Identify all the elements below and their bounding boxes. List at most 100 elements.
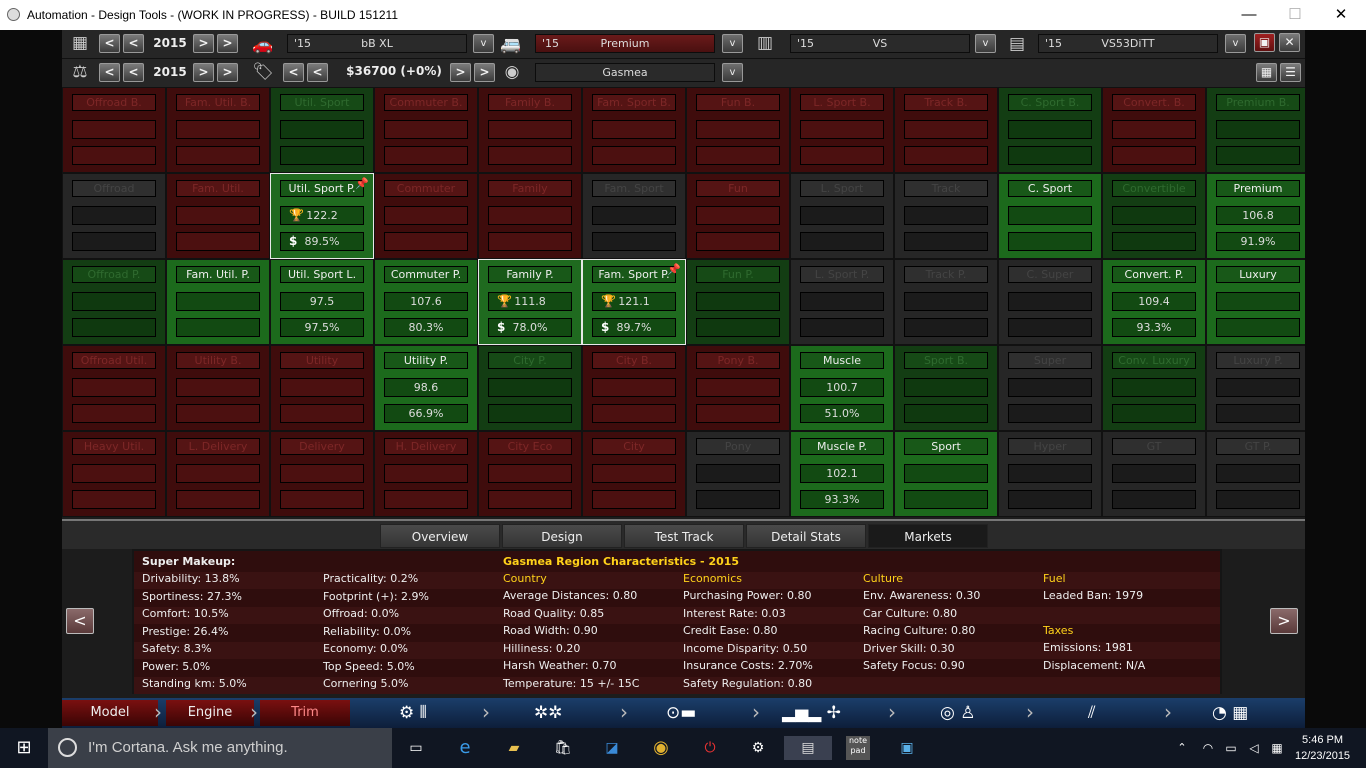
close-tool-button[interactable]: ✕ [1279, 33, 1300, 52]
compare-year-forward-button[interactable]: > [193, 63, 214, 82]
market-cell[interactable]: Utility [270, 345, 374, 431]
market-cell[interactable]: Conv. Luxury [1102, 345, 1206, 431]
list-view-button[interactable]: ☰ [1280, 63, 1301, 82]
market-cell[interactable]: Fun P. [686, 259, 790, 345]
market-cell[interactable]: City B. [582, 345, 686, 431]
market-cell[interactable]: Utility P. 98.6 66.9% [374, 345, 478, 431]
region-dropdown[interactable]: v [722, 63, 743, 82]
market-cell[interactable]: Track B. [894, 87, 998, 173]
market-cell[interactable]: L. Sport B. [790, 87, 894, 173]
market-cell[interactable]: Fam. Sport [582, 173, 686, 259]
wheels-icon[interactable]: ⊙▬ [666, 701, 696, 725]
market-cell[interactable]: Sport B. [894, 345, 998, 431]
panel-next-button[interactable]: > [1270, 608, 1298, 634]
tab-detail-stats[interactable]: Detail Stats [746, 524, 866, 548]
market-cell[interactable]: City [582, 431, 686, 517]
price-up-button[interactable]: > [450, 63, 471, 82]
car-model-field[interactable]: '15 bB XL [287, 34, 467, 53]
market-cell[interactable]: Premium 106.8 91.9% [1206, 173, 1305, 259]
market-cell[interactable]: Fam. Sport P. 🏆 121.1 $89.7% 📌 [582, 259, 686, 345]
market-cell[interactable]: Util. Sport P. 🏆 122.2 $89.5% 📌 [270, 173, 374, 259]
compare-year-back-button[interactable]: < [123, 63, 144, 82]
market-cell[interactable]: Fam. Util. P. [166, 259, 270, 345]
market-cell[interactable]: Hyper [998, 431, 1102, 517]
market-cell[interactable]: Offroad B. [62, 87, 166, 173]
price-down-big-button[interactable]: < [283, 63, 304, 82]
market-cell[interactable]: Family [478, 173, 582, 259]
suspension-icon[interactable]: ✲✲ [534, 701, 563, 725]
market-cell[interactable]: H. Delivery [374, 431, 478, 517]
market-cell[interactable]: L. Sport P. [790, 259, 894, 345]
market-cell[interactable]: Muscle 100.7 51.0% [790, 345, 894, 431]
tab-markets[interactable]: Markets [868, 524, 988, 548]
market-cell[interactable]: Offroad Util. [62, 345, 166, 431]
minimize-button[interactable]: — [1226, 0, 1272, 30]
year-forward-button[interactable]: > [193, 34, 214, 53]
save-button[interactable]: ▣ [1254, 33, 1275, 52]
market-cell[interactable]: Track [894, 173, 998, 259]
market-cell[interactable]: Delivery [270, 431, 374, 517]
windows-start-icon[interactable]: ⊞ [12, 736, 36, 760]
keyboard-icon[interactable]: ▦ [1268, 736, 1286, 760]
interior-icon[interactable]: ◎ ♙ [940, 701, 975, 725]
market-cell[interactable]: Luxury [1206, 259, 1305, 345]
engine-field[interactable]: '15 VS [790, 34, 970, 53]
year-back-big-button[interactable]: < [99, 34, 120, 53]
fixtures-icon[interactable]: ⫽ [1088, 701, 1096, 725]
testing-icon[interactable]: ◔ ▦ [1212, 701, 1248, 725]
pin-icon[interactable]: 📌 [667, 263, 681, 276]
app-icon-blue[interactable]: ◪ [600, 736, 624, 760]
market-cell[interactable]: Offroad P. [62, 259, 166, 345]
market-cell[interactable]: C. Sport B. [998, 87, 1102, 173]
steam-icon[interactable]: ⚙ [746, 736, 770, 760]
engine-variant-field[interactable]: '15 VS53DiTT [1038, 34, 1218, 53]
market-cell[interactable]: Commuter P. 107.6 80.3% [374, 259, 478, 345]
clock[interactable]: 5:46 PM 12/23/2015 [1295, 732, 1350, 764]
market-cell[interactable]: L. Sport [790, 173, 894, 259]
compare-year-back-big-button[interactable]: < [99, 63, 120, 82]
calendar-icon[interactable]: ▦ [67, 33, 93, 53]
engine-button[interactable]: Engine [166, 700, 254, 726]
pin-icon[interactable]: 📌 [355, 177, 369, 190]
market-cell[interactable]: GT [1102, 431, 1206, 517]
market-cell[interactable]: Commuter [374, 173, 478, 259]
market-cell[interactable]: Fam. Sport B. [582, 87, 686, 173]
network-icon[interactable]: ◠ [1199, 736, 1217, 760]
market-cell[interactable]: Commuter B. [374, 87, 478, 173]
market-cell[interactable]: GT P. [1206, 431, 1305, 517]
market-cell[interactable]: Fam. Util. [166, 173, 270, 259]
year-back-button[interactable]: < [123, 34, 144, 53]
engine-variant-dropdown[interactable]: v [1225, 34, 1246, 53]
app-window-icon[interactable]: ▣ [895, 736, 919, 760]
market-cell[interactable]: Super [998, 345, 1102, 431]
market-cell[interactable]: Luxury P. [1206, 345, 1305, 431]
trim-button[interactable]: Trim [260, 700, 350, 726]
close-button[interactable]: ✕ [1318, 0, 1364, 30]
engine-dropdown[interactable]: v [975, 34, 996, 53]
market-cell[interactable]: Fam. Util. B. [166, 87, 270, 173]
tab-overview[interactable]: Overview [380, 524, 500, 548]
battery-icon[interactable]: ▭ [1222, 736, 1240, 760]
year-forward-big-button[interactable]: > [217, 34, 238, 53]
market-cell[interactable]: L. Delivery [166, 431, 270, 517]
model-button[interactable]: Model [62, 700, 158, 726]
market-cell[interactable]: Convertible [1102, 173, 1206, 259]
trim-dropdown[interactable]: v [722, 34, 743, 53]
market-cell[interactable]: City Eco [478, 431, 582, 517]
price-down-button[interactable]: < [307, 63, 328, 82]
market-cell[interactable]: Muscle P. 102.1 93.3% [790, 431, 894, 517]
grid-view-button[interactable]: ▦ [1256, 63, 1277, 82]
store-icon[interactable]: 🛍 [551, 736, 575, 760]
market-cell[interactable]: C. Sport [998, 173, 1102, 259]
market-cell[interactable]: Offroad [62, 173, 166, 259]
region-field[interactable]: Gasmea [535, 63, 715, 82]
market-cell[interactable]: Util. Sport [270, 87, 374, 173]
automation-taskbar-icon[interactable]: ▤ [784, 736, 832, 760]
market-cell[interactable]: Convert. B. [1102, 87, 1206, 173]
trim-field[interactable]: '15 Premium [535, 34, 715, 53]
market-cell[interactable]: City P. [478, 345, 582, 431]
market-cell[interactable]: Fun [686, 173, 790, 259]
market-cell[interactable]: C. Super [998, 259, 1102, 345]
tab-test-track[interactable]: Test Track [624, 524, 744, 548]
price-up-big-button[interactable]: > [474, 63, 495, 82]
